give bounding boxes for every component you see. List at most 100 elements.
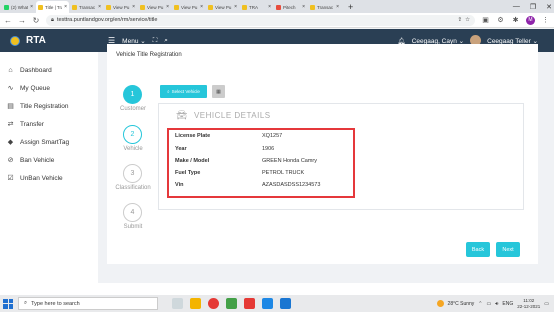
next-button[interactable]: Next [496,242,520,257]
detail-row: Fuel Type PETROL TRUCK [175,170,305,176]
lock-icon: 🔒︎ [51,16,54,23]
weather-icon [436,300,444,307]
tab-favicon-icon [310,4,315,10]
browser-tab[interactable]: View Pu × [104,1,137,13]
tab-close-icon[interactable]: × [302,4,305,10]
tab-title: (2) Whats [11,4,28,10]
browser-bottom-strip [0,283,554,295]
url-text: testtra.puntlandgov.org/en/rm/service/ti… [56,17,158,23]
brand[interactable]: RTA [0,35,98,46]
gear-icon[interactable]: ⚙ [496,16,505,24]
sidebar-item[interactable]: ⊘ Ban Vehicle [0,151,98,169]
clock[interactable]: 11:02 22-12-2021 [517,298,540,310]
tag-icon: ◆ [7,139,14,146]
tab-close-icon[interactable]: × [166,4,169,10]
windows-start-icon[interactable] [3,298,13,309]
browser-tab[interactable]: View Pu × [138,1,171,13]
sidebar-item-label: Title Registration [20,102,69,110]
tab-favicon-icon [140,4,145,10]
back-button[interactable]: Back [466,242,490,257]
new-tab-button[interactable]: + [348,1,353,13]
task-view-icon[interactable] [172,298,183,309]
sidebar-item[interactable]: ▤ Title Registration [0,97,98,115]
taskbar-search[interactable]: ⌕ Type here to search [18,297,158,310]
activity-icon: ∿ [7,85,14,92]
step-3-circle[interactable]: 3 [123,164,142,183]
browser-tab[interactable]: View Pu × [172,1,205,13]
minimize-icon[interactable]: — [513,3,520,10]
tab-close-icon[interactable]: × [30,4,33,10]
select-vehicle-button[interactable]: ⌕ Select Vehicle [160,85,207,98]
detail-row: License Plate XQ1257 [175,133,283,139]
tab-close-icon[interactable]: × [64,4,67,10]
step-1-label: Customer [119,106,146,112]
close-window-icon[interactable]: ✕ [546,3,552,11]
back-icon[interactable]: ← [4,16,12,25]
browser-tab[interactable]: (2) Whats× [2,1,35,13]
document-icon: ▤ [7,103,14,110]
car-icon: 🚘︎ [176,110,188,120]
tab-close-icon[interactable]: × [336,4,339,10]
step-4-circle[interactable]: 4 [123,203,142,222]
tab-close-icon[interactable]: × [98,4,101,10]
tab-favicon-icon [208,4,213,10]
word-icon[interactable] [262,298,273,309]
forward-icon[interactable]: → [18,16,26,25]
windows-taskbar: ⌕ Type here to search 28°C Sunny ⌃ ▭ 🔊︎ … [0,295,554,312]
step-2-circle[interactable]: 2 [123,125,142,144]
sidebar-item-label: UnBan Vehicle [20,174,63,182]
share-icon[interactable]: ⇪ [457,17,462,23]
notification-icon[interactable]: ▭ [544,301,549,307]
tab-close-icon[interactable]: × [268,4,271,10]
profile-avatar[interactable]: M [526,15,535,25]
kebab-menu-icon[interactable]: ⋮ [541,16,550,24]
step-1-circle[interactable]: 1 [123,85,142,104]
file-explorer-icon[interactable] [190,298,201,309]
browser-tab[interactable]: Pitech × [274,1,307,13]
browser-tab[interactable]: Transac × [70,1,103,13]
sidebar-item-label: Transfer [20,120,44,128]
sidebar-item[interactable]: ⇄ Transfer [0,115,98,133]
tab-close-icon[interactable]: × [200,4,203,10]
chrome-icon[interactable] [208,298,219,309]
language-indicator[interactable]: ENG [502,301,513,307]
network-icon[interactable]: ▭ [487,301,492,307]
tab-close-icon[interactable]: × [234,4,237,10]
tab-title: Pitech [283,4,296,10]
restore-icon[interactable]: ❐ [530,3,536,11]
volume-icon[interactable]: 🔊︎ [495,301,498,307]
browser-tab[interactable]: View Pu × [206,1,239,13]
puzzle-icon[interactable]: ✱ [511,16,520,24]
app-icon[interactable] [226,298,237,309]
grid-view-button[interactable]: ▦ [212,85,225,98]
url-bar[interactable]: 🔒︎ testtra.puntlandgov.org/en/rm/service… [46,14,475,26]
bookmark-star-icon[interactable]: ☆ [465,17,470,23]
browser-tab[interactable]: Title | Tra × [36,1,69,13]
tab-title: Title | Tra [45,4,63,10]
wps-icon[interactable] [244,298,255,309]
photos-icon[interactable] [280,298,291,309]
taskbar-apps [172,298,291,309]
sidebar: ⌂ Dashboard ∿ My Queue ▤ Title Registration ⇄ T… [0,52,98,296]
checkbox-icon: ☑ [7,175,14,182]
brand-name: RTA [26,35,46,46]
search-icon: ⌕ [24,300,28,306]
browser-tab[interactable]: Transac × [308,1,341,13]
weather-text[interactable]: 28°C Sunny [448,301,475,307]
sidebar-item-label: Dashboard [20,66,52,74]
detail-row: Make / Model GREEN Honda Camry [175,158,318,164]
vehicle-details-heading: 🚘︎ VEHICLE DETAILS [176,110,271,120]
extension-icon[interactable]: ▣ [481,16,490,24]
sidebar-item[interactable]: ☑ UnBan Vehicle [0,169,98,187]
tab-close-icon[interactable]: × [132,4,135,10]
tab-title: Transac [317,4,334,10]
reload-icon[interactable]: ↻ [32,16,40,25]
tray-arrow-icon[interactable]: ⌃ [478,301,482,307]
tab-title: Transac [79,4,96,10]
sidebar-item[interactable]: ⌂ Dashboard [0,61,98,79]
sidebar-item[interactable]: ∿ My Queue [0,79,98,97]
browser-tab[interactable]: TRA × [240,1,273,13]
home-icon: ⌂ [8,66,13,74]
sidebar-item[interactable]: ◆ Assign SmartTag [0,133,98,151]
window-controls: — ❐ ✕ [513,0,552,13]
